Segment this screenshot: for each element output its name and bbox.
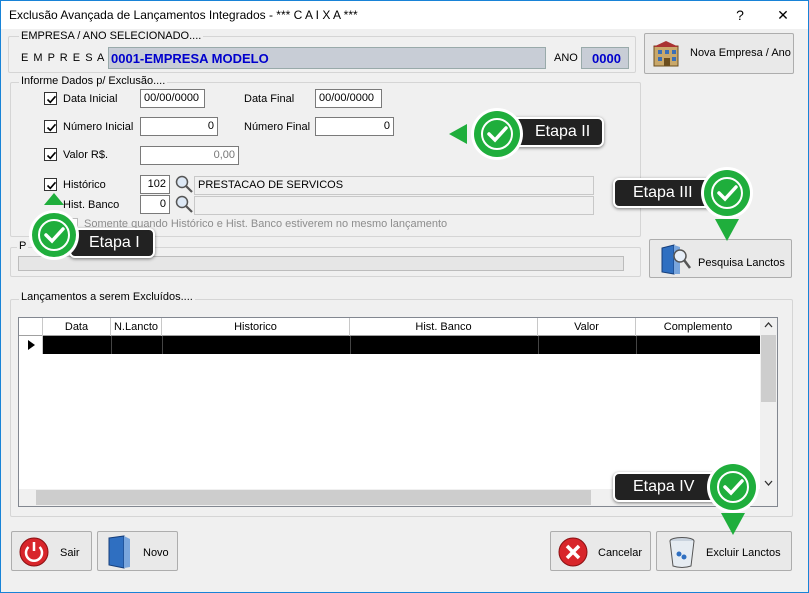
search-book-icon (661, 244, 691, 275)
numero-final-input[interactable]: 0 (315, 117, 394, 136)
col-hist-banco[interactable]: Hist. Banco (350, 318, 538, 336)
numero-inicial-input[interactable]: 0 (140, 117, 218, 136)
empresa-field: 0001-EMPRESA MODELO (108, 47, 546, 69)
data-inicial-checkbox[interactable] (44, 92, 57, 105)
col-nlancto[interactable]: N.Lancto (111, 318, 162, 336)
main-window: Exclusão Avançada de Lançamentos Integra… (0, 0, 809, 593)
row-pointer-icon (28, 340, 35, 350)
close-icon[interactable]: ✕ (769, 5, 797, 25)
valor-input[interactable]: 0,00 (140, 146, 239, 165)
pesquisa-lanctos-label: Pesquisa Lanctos (698, 257, 785, 269)
col-valor[interactable]: Valor (538, 318, 636, 336)
cancelar-label: Cancelar (598, 547, 643, 559)
excluir-lanctos-label: Excluir Lanctos (706, 547, 781, 559)
grid-header: Data N.Lancto Historico Hist. Banco Valo… (19, 318, 761, 336)
etapa-4-label: Etapa IV (633, 478, 695, 495)
row-indicator (19, 336, 43, 354)
company-section-label: EMPRESA / ANO SELECIONADO.... (19, 30, 204, 42)
checkmark-icon (46, 181, 57, 190)
numero-inicial-label: Número Inicial (63, 121, 134, 133)
help-icon[interactable]: ? (726, 5, 754, 25)
hist-banco-desc-field (194, 196, 594, 215)
grid-corner (19, 318, 43, 336)
ano-value: 0000 (592, 51, 621, 66)
progress-bar (18, 256, 624, 271)
data-final-input[interactable]: 00/00/0000 (315, 89, 382, 108)
data-inicial-label: Data Inicial (63, 93, 118, 105)
table-row[interactable] (43, 336, 761, 354)
data-inicial-input[interactable]: 00/00/0000 (140, 89, 205, 108)
numero-inicial-checkbox[interactable] (44, 120, 57, 133)
numero-final-label: Número Final (244, 121, 311, 133)
etapa-3-label: Etapa III (633, 184, 693, 201)
col-complemento[interactable]: Complemento (636, 318, 761, 336)
power-icon (19, 537, 49, 567)
scroll-down-icon[interactable] (764, 480, 773, 486)
magnifier-icon[interactable] (174, 194, 194, 214)
grid-vertical-scrollbar[interactable] (760, 318, 777, 491)
historico-desc-field: PRESTACAO DE SERVICOS (194, 176, 594, 195)
historico-label: Histórico (63, 179, 106, 191)
magnifier-icon[interactable] (174, 174, 194, 194)
trash-icon (669, 537, 695, 568)
novo-button[interactable]: Novo (97, 531, 178, 571)
checkmark-icon (46, 123, 57, 132)
cancelar-button[interactable]: Cancelar (550, 531, 651, 571)
valor-checkbox[interactable] (44, 148, 57, 161)
cancel-icon (558, 537, 588, 567)
nova-empresa-label: Nova Empresa / Ano (690, 47, 791, 59)
historico-checkbox[interactable] (44, 178, 57, 191)
col-historico[interactable]: Historico (162, 318, 350, 336)
empresa-label: E M P R E S A (21, 52, 106, 64)
checkmark-icon (449, 108, 523, 160)
historico-code-input[interactable]: 102 (140, 175, 170, 194)
sair-label: Sair (60, 547, 80, 559)
building-icon (653, 41, 679, 67)
vertical-scroll-thumb[interactable] (761, 335, 776, 402)
col-data[interactable]: Data (43, 318, 111, 336)
empresa-value: 0001-EMPRESA MODELO (111, 51, 269, 66)
etapa-2-label: Etapa II (535, 123, 591, 140)
horizontal-scroll-thumb[interactable] (36, 490, 591, 505)
filters-legend: Informe Dados p/ Exclusão.... (19, 75, 168, 87)
etapa-1-label: Etapa I (89, 234, 140, 251)
valor-label: Valor R$. (63, 149, 109, 161)
ano-field: 0000 (581, 47, 629, 69)
checkmark-icon (707, 461, 759, 535)
door-icon (108, 535, 130, 569)
checkmark-icon (46, 151, 57, 160)
title-bar: Exclusão Avançada de Lançamentos Integra… (1, 1, 808, 29)
hist-banco-code-input[interactable]: 0 (140, 195, 170, 214)
novo-label: Novo (143, 547, 169, 559)
sair-button[interactable]: Sair (11, 531, 92, 571)
data-final-label: Data Final (244, 93, 295, 105)
checkmark-icon (46, 95, 57, 104)
checkmark-icon (701, 167, 753, 241)
window-title: Exclusão Avançada de Lançamentos Integra… (9, 8, 358, 22)
checkmark-icon (29, 193, 79, 260)
ano-label: ANO (554, 52, 578, 64)
grid-legend: Lançamentos a serem Excluídos.... (19, 291, 195, 303)
scroll-up-icon[interactable] (764, 322, 773, 328)
nova-empresa-button[interactable]: Nova Empresa / Ano (644, 33, 794, 74)
